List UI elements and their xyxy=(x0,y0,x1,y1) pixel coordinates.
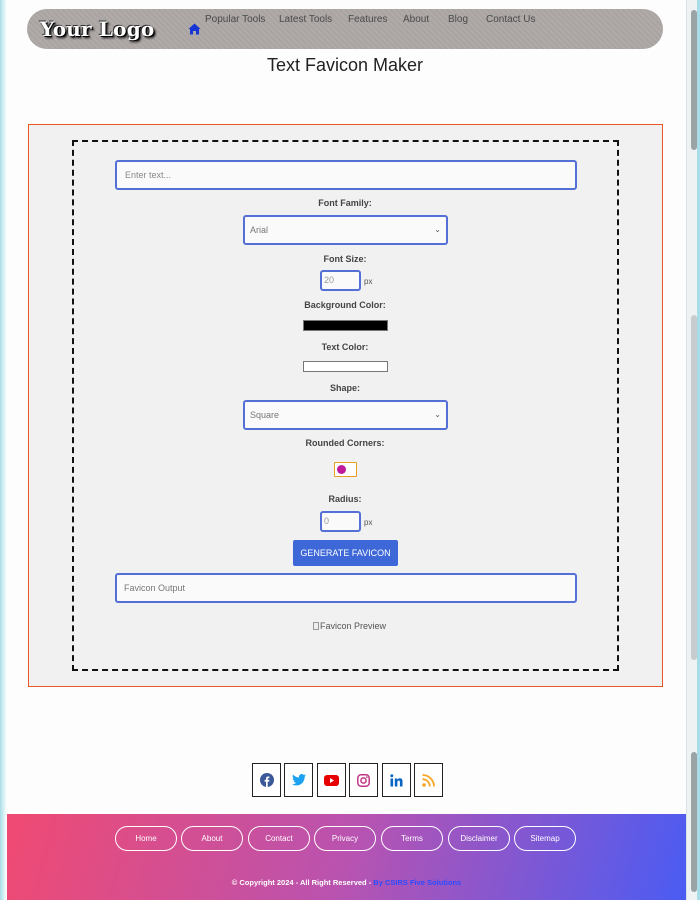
text-input[interactable]: Enter text... xyxy=(115,160,577,190)
chevron-down-icon: ⌄ xyxy=(434,225,441,234)
font-size-label: Font Size: xyxy=(323,254,367,264)
generate-favicon-button[interactable]: GENERATE FAVICON xyxy=(293,540,398,566)
font-family-label: Font Family: xyxy=(318,198,372,208)
bg-color-label: Background Color: xyxy=(304,300,386,310)
nav-about[interactable]: About xyxy=(403,14,429,25)
footer-link-disclaimer[interactable]: Disclaimer xyxy=(448,826,510,851)
broken-image-icon xyxy=(313,622,319,630)
footer-link-contact[interactable]: Contact xyxy=(248,826,310,851)
shape-label: Shape: xyxy=(329,383,360,393)
nav-features[interactable]: Features xyxy=(348,14,387,25)
bg-color-picker[interactable] xyxy=(303,320,388,331)
favicon-preview-image: Favicon Preview xyxy=(313,621,386,631)
font-size-input[interactable]: 20 xyxy=(320,270,361,291)
font-size-unit: px xyxy=(364,277,373,286)
chevron-down-icon: ⌄ xyxy=(434,410,441,419)
copyright-label: © Copyright 2024 - All Right Reserved - xyxy=(231,878,374,887)
shape-select[interactable]: Square ⌄ xyxy=(243,400,448,430)
facebook-icon[interactable] xyxy=(252,763,281,797)
site-logo[interactable]: Your Logo xyxy=(40,17,154,41)
toggle-knob xyxy=(337,465,346,474)
text-color-picker[interactable] xyxy=(303,361,388,372)
font-family-value: Arial xyxy=(250,225,269,235)
instagram-icon[interactable] xyxy=(349,763,379,797)
footer-link-terms[interactable]: Terms xyxy=(381,826,443,851)
navbar: Your Logo xyxy=(27,9,663,49)
social-links xyxy=(252,763,446,797)
copyright-brand-link[interactable]: By CSIRS Five Solutions xyxy=(373,878,461,887)
linkedin-icon[interactable] xyxy=(381,763,411,797)
font-family-select[interactable]: Arial ⌄ xyxy=(243,215,448,245)
page-title: Text Favicon Maker xyxy=(266,55,424,75)
footer-link-privacy[interactable]: Privacy xyxy=(314,826,376,851)
footer-link-about[interactable]: About xyxy=(181,826,243,851)
favicon-preview-alt: Favicon Preview xyxy=(320,621,387,631)
footer-link-sitemap[interactable]: Sitemap xyxy=(514,826,576,851)
nav-latest-tools[interactable]: Latest Tools xyxy=(279,14,332,25)
rss-icon[interactable] xyxy=(413,763,443,797)
radius-unit: px xyxy=(364,518,373,527)
rounded-corners-label: Rounded Corners: xyxy=(305,438,385,448)
favicon-output-field[interactable]: Favicon Output xyxy=(115,573,577,603)
footer-link-home[interactable]: Home xyxy=(115,826,177,851)
footer: Home About Contact Privacy Terms Disclai… xyxy=(7,814,686,900)
nav-contact-us[interactable]: Contact Us xyxy=(486,14,535,25)
nav-popular-tools[interactable]: Popular Tools xyxy=(205,14,265,25)
text-color-label: Text Color: xyxy=(321,342,369,352)
rounded-corners-toggle[interactable] xyxy=(334,462,357,477)
shape-value: Square xyxy=(250,410,280,420)
home-icon[interactable] xyxy=(187,22,201,36)
radius-input[interactable]: 0 xyxy=(320,511,361,532)
twitter-icon[interactable] xyxy=(284,763,314,797)
radius-label: Radius: xyxy=(328,494,362,504)
nav-blog[interactable]: Blog xyxy=(448,14,468,25)
copyright-text: © Copyright 2024 - All Right Reserved - … xyxy=(7,878,686,887)
youtube-icon[interactable] xyxy=(316,763,346,797)
window-left-edge xyxy=(0,0,7,900)
